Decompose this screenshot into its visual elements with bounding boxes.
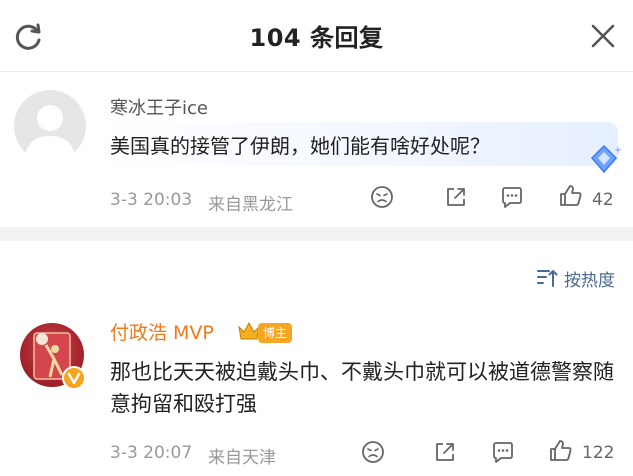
comment-text: 美国真的接管了伊朗，她们能有啥好处呢？ <box>110 134 490 158</box>
timestamp: 3-3 20:03 <box>110 190 193 210</box>
avatar[interactable] <box>14 90 86 162</box>
page-title: 104 条回复 <box>249 24 384 52</box>
sort-icon <box>537 270 558 287</box>
timestamp: 3-3 20:07 <box>110 443 193 463</box>
like-count: 42 <box>592 190 614 210</box>
author-badge: 博主 <box>258 323 293 343</box>
diamond-icon <box>590 144 622 174</box>
comment-text: 那也比天天被迫戴头巾、不戴头巾就可以被道德警察随意拘留和殴打强 <box>110 360 614 416</box>
like-icon[interactable] <box>548 438 574 464</box>
comment-icon[interactable] <box>499 184 525 210</box>
location: 来自黑龙江 <box>208 195 293 215</box>
sort-by-hot-button[interactable]: 按热度 <box>536 266 615 291</box>
username[interactable]: 付政浩 MVP <box>110 318 214 345</box>
default-avatar-icon <box>24 105 76 162</box>
emoji-icon[interactable] <box>369 184 395 210</box>
sort-label: 按热度 <box>564 270 615 291</box>
share-icon[interactable] <box>432 439 458 465</box>
like-count: 122 <box>582 443 615 463</box>
share-icon[interactable] <box>443 184 469 210</box>
divider <box>0 227 633 241</box>
location: 来自天津 <box>208 448 276 468</box>
comment-icon[interactable] <box>490 439 516 465</box>
like-icon[interactable] <box>558 183 584 209</box>
close-icon[interactable] <box>589 22 617 50</box>
verified-badge-icon <box>62 366 86 390</box>
emoji-icon[interactable] <box>360 439 386 465</box>
username[interactable]: 寒冰王子ice <box>110 94 208 120</box>
original-comment: 寒冰王子ice 美国真的接管了伊朗，她们能有啥好处呢？ 3-3 20:03 来自… <box>0 72 633 227</box>
header: 104 条回复 <box>0 0 633 72</box>
